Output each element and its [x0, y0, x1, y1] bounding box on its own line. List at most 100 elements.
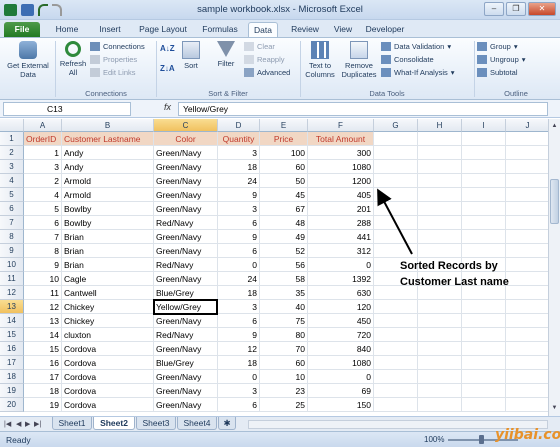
empty-cell[interactable] [418, 202, 462, 216]
table-cell[interactable]: 24 [218, 272, 260, 286]
empty-cell[interactable] [374, 132, 418, 146]
empty-cell[interactable] [506, 370, 548, 384]
table-cell[interactable]: Blue/Grey [154, 286, 218, 300]
refresh-all-button[interactable]: Refresh All [58, 41, 88, 77]
row-header[interactable]: 11 [0, 272, 24, 286]
table-cell[interactable]: Armold [62, 174, 154, 188]
table-cell[interactable]: Yellow/Grey [154, 300, 218, 314]
empty-cell[interactable] [418, 398, 462, 412]
table-cell[interactable]: Cordova [62, 356, 154, 370]
table-cell[interactable]: 1392 [308, 272, 374, 286]
table-cell[interactable]: 12 [24, 300, 62, 314]
empty-cell[interactable] [506, 272, 548, 286]
minimize-button[interactable]: – [484, 2, 504, 16]
table-cell[interactable]: Bowlby [62, 216, 154, 230]
row-header[interactable]: 14 [0, 314, 24, 328]
table-cell[interactable]: 3 [218, 202, 260, 216]
table-cell[interactable]: Red/Navy [154, 258, 218, 272]
table-cell[interactable]: Brian [62, 230, 154, 244]
table-cell[interactable]: 60 [260, 160, 308, 174]
column-header[interactable]: A [24, 119, 62, 132]
table-cell[interactable]: 12 [218, 342, 260, 356]
empty-cell[interactable] [506, 342, 548, 356]
empty-cell[interactable] [506, 356, 548, 370]
name-box[interactable]: C13 [3, 102, 131, 116]
empty-cell[interactable] [374, 328, 418, 342]
table-cell[interactable]: 10 [260, 370, 308, 384]
tab-data[interactable]: Data [248, 22, 278, 37]
table-cell[interactable]: Green/Navy [154, 314, 218, 328]
table-cell[interactable]: Green/Navy [154, 342, 218, 356]
table-cell[interactable]: 5 [24, 202, 62, 216]
table-cell[interactable]: Red/Navy [154, 216, 218, 230]
insert-sheet-icon[interactable]: ✱ [218, 417, 236, 430]
table-cell[interactable]: Green/Navy [154, 146, 218, 160]
table-cell[interactable]: 312 [308, 244, 374, 258]
table-cell[interactable]: Brian [62, 244, 154, 258]
empty-cell[interactable] [374, 398, 418, 412]
empty-cell[interactable] [418, 230, 462, 244]
table-cell[interactable]: 3 [24, 160, 62, 174]
table-cell[interactable]: 9 [218, 328, 260, 342]
table-cell[interactable]: 3 [218, 384, 260, 398]
table-cell[interactable]: Green/Navy [154, 272, 218, 286]
empty-cell[interactable] [462, 356, 506, 370]
empty-cell[interactable] [506, 398, 548, 412]
table-cell[interactable]: 9 [24, 258, 62, 272]
sort-button[interactable]: Sort [180, 41, 202, 70]
sheet-tab-sheet3[interactable]: Sheet3 [136, 417, 176, 430]
table-cell[interactable]: cluxton [62, 328, 154, 342]
table-cell[interactable]: Blue/Grey [154, 356, 218, 370]
close-button[interactable]: ✕ [528, 2, 556, 16]
empty-cell[interactable] [506, 146, 548, 160]
tab-page-layout[interactable]: Page Layout [134, 22, 192, 37]
column-header[interactable]: I [462, 119, 506, 132]
table-cell[interactable]: Cordova [62, 370, 154, 384]
empty-cell[interactable] [462, 216, 506, 230]
what-if-analysis-button[interactable]: What-If Analysis ▾ [381, 68, 455, 77]
empty-cell[interactable] [462, 160, 506, 174]
table-cell[interactable]: 15 [24, 342, 62, 356]
row-header[interactable]: 5 [0, 188, 24, 202]
table-cell[interactable]: 0 [218, 370, 260, 384]
empty-cell[interactable] [462, 244, 506, 258]
header-cell[interactable]: OrderID [24, 132, 62, 146]
table-cell[interactable]: Green/Navy [154, 188, 218, 202]
table-cell[interactable]: Red/Navy [154, 328, 218, 342]
table-cell[interactable]: 0 [308, 370, 374, 384]
row-header[interactable]: 6 [0, 202, 24, 216]
empty-cell[interactable] [462, 398, 506, 412]
table-cell[interactable]: 23 [260, 384, 308, 398]
empty-cell[interactable] [418, 174, 462, 188]
edit-links-button[interactable]: Edit Links [90, 68, 136, 77]
reapply-button[interactable]: Reapply [244, 55, 285, 64]
data-validation-button[interactable]: Data Validation ▾ [381, 42, 451, 51]
table-cell[interactable]: 17 [24, 370, 62, 384]
table-cell[interactable]: 6 [218, 244, 260, 258]
row-header[interactable]: 18 [0, 370, 24, 384]
table-cell[interactable]: Chickey [62, 300, 154, 314]
tab-formulas[interactable]: Formulas [198, 22, 242, 37]
row-header[interactable]: 8 [0, 230, 24, 244]
table-cell[interactable]: Armold [62, 188, 154, 202]
tab-file[interactable]: File [4, 22, 40, 37]
table-cell[interactable]: 450 [308, 314, 374, 328]
table-cell[interactable]: 52 [260, 244, 308, 258]
table-cell[interactable]: 9 [218, 188, 260, 202]
table-cell[interactable]: Green/Navy [154, 398, 218, 412]
empty-cell[interactable] [506, 328, 548, 342]
row-header[interactable]: 20 [0, 398, 24, 412]
empty-cell[interactable] [506, 202, 548, 216]
table-cell[interactable]: 201 [308, 202, 374, 216]
empty-cell[interactable] [462, 342, 506, 356]
header-cell[interactable]: Quantity [218, 132, 260, 146]
empty-cell[interactable] [374, 244, 418, 258]
empty-cell[interactable] [418, 216, 462, 230]
table-cell[interactable]: 6 [24, 216, 62, 230]
formula-input[interactable]: Yellow/Grey [178, 102, 548, 116]
get-external-data-button[interactable]: Get External Data [4, 41, 52, 79]
header-cell[interactable]: Total Amount [308, 132, 374, 146]
table-cell[interactable]: Green/Navy [154, 244, 218, 258]
table-cell[interactable]: 58 [260, 272, 308, 286]
empty-cell[interactable] [506, 216, 548, 230]
